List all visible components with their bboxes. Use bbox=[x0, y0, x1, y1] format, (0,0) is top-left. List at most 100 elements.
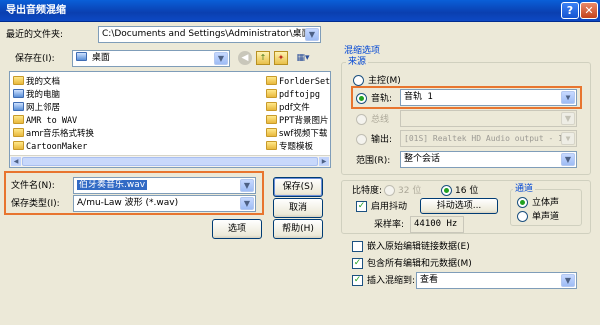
file-name: swf视频下载 bbox=[279, 129, 328, 139]
range-select[interactable]: 整个会话 ▼ bbox=[400, 151, 577, 168]
file-name: 网上邻居 bbox=[26, 103, 61, 113]
options-button[interactable]: 选项 bbox=[212, 219, 262, 239]
bus-select[interactable]: ▼ bbox=[400, 110, 577, 127]
filetype-value: A/mu-Law 波形 (*.wav) bbox=[77, 198, 179, 208]
filename-label: 文件名(N): bbox=[11, 181, 55, 191]
filetype-select[interactable]: A/mu-Law 波形 (*.wav) ▼ bbox=[73, 195, 256, 212]
save-in-combo[interactable]: 桌面 ▼ bbox=[72, 50, 230, 67]
file-name: CartoonMaker bbox=[26, 142, 88, 152]
new-folder-icon[interactable]: ✦ bbox=[274, 51, 288, 65]
track-value: 音轨 1 bbox=[404, 92, 433, 102]
help-icon[interactable]: ? bbox=[561, 2, 579, 19]
file-name: 专题模板 bbox=[279, 142, 314, 152]
bit32-label: 32 位 bbox=[398, 186, 422, 196]
file-name: pdf文件 bbox=[279, 103, 310, 113]
folder-icon bbox=[266, 115, 277, 124]
folder-icon bbox=[13, 76, 24, 85]
save-in-value: 桌面 bbox=[91, 53, 110, 63]
chevron-down-icon[interactable]: ▼ bbox=[240, 179, 254, 192]
track-select[interactable]: 音轨 1 ▼ bbox=[400, 89, 577, 106]
file-name: PPT背景图片 bbox=[279, 116, 329, 126]
list-item[interactable]: 网上邻居 bbox=[13, 102, 60, 114]
network-icon bbox=[13, 102, 24, 111]
mono-radio[interactable] bbox=[517, 211, 528, 222]
folder-icon bbox=[266, 76, 277, 85]
list-item[interactable]: pdftojpg bbox=[266, 89, 320, 101]
bit16-label: 16 位 bbox=[455, 186, 479, 196]
master-radio[interactable] bbox=[353, 75, 364, 86]
channel-title: 通道 bbox=[513, 183, 536, 195]
chevron-down-icon[interactable]: ▼ bbox=[240, 197, 254, 210]
view-menu-icon[interactable]: ▦▾ bbox=[292, 51, 314, 65]
file-name: amr音乐格式转换 bbox=[26, 129, 94, 139]
include-meta-checkbox[interactable]: ✓ bbox=[352, 258, 363, 269]
scrollbar-thumb[interactable] bbox=[22, 157, 318, 166]
chevron-down-icon[interactable]: ▼ bbox=[561, 274, 575, 287]
include-meta-label: 包含所有编辑和元数据(M) bbox=[367, 259, 472, 269]
source-title: 来源 bbox=[346, 56, 369, 68]
back-icon[interactable]: ◀ bbox=[238, 51, 252, 65]
file-name: ForlderSet bbox=[279, 77, 331, 87]
output-select[interactable]: [01S] Realtek HD Audio output - 1 ▼ bbox=[400, 130, 577, 147]
recent-folder-label: 最近的文件夹: bbox=[6, 30, 64, 40]
list-item[interactable]: CartoonMaker bbox=[13, 141, 87, 153]
list-item[interactable]: ForlderSet bbox=[266, 76, 330, 88]
bus-label: 总线 bbox=[371, 115, 390, 125]
insert-mix-checkbox[interactable]: ✓ bbox=[352, 275, 363, 286]
recent-folder-combo[interactable]: C:\Documents and Settings\Administrator\… bbox=[98, 26, 321, 43]
chevron-down-icon[interactable]: ▼ bbox=[561, 132, 575, 145]
list-item[interactable]: swf视频下载 bbox=[266, 128, 327, 140]
close-icon[interactable]: ✕ bbox=[580, 2, 598, 19]
embed-label: 嵌入原始编辑链接数据(E) bbox=[367, 242, 470, 252]
embed-checkbox[interactable] bbox=[352, 241, 363, 252]
chevron-down-icon[interactable]: ▼ bbox=[305, 28, 319, 41]
chevron-down-icon[interactable]: ▼ bbox=[561, 112, 575, 125]
folder-icon bbox=[13, 141, 24, 150]
insert-target-select[interactable]: 查看 ▼ bbox=[416, 272, 577, 289]
window-title: 导出音频混缩 bbox=[6, 5, 66, 16]
mono-label: 单声道 bbox=[532, 212, 560, 222]
recent-folder-value: C:\Documents and Settings\Administrator\… bbox=[102, 29, 311, 39]
track-radio[interactable] bbox=[356, 93, 367, 104]
file-list[interactable]: 我的文档 我的电脑 网上邻居 AMR to WAV amr音乐格式转换 Cart… bbox=[9, 71, 331, 168]
file-name: pdftojpg bbox=[279, 90, 320, 100]
stereo-radio[interactable] bbox=[517, 197, 528, 208]
chevron-down-icon[interactable]: ▼ bbox=[561, 153, 575, 166]
insert-mix-label: 插入混缩到: bbox=[367, 276, 416, 286]
save-button[interactable]: 保存(S) bbox=[273, 177, 323, 197]
chevron-down-icon[interactable]: ▼ bbox=[561, 91, 575, 104]
save-in-label: 保存在(I): bbox=[15, 54, 55, 64]
horizontal-scrollbar[interactable]: ◀ ▶ bbox=[10, 155, 330, 167]
master-label: 主控(M) bbox=[368, 76, 401, 86]
list-item[interactable]: amr音乐格式转换 bbox=[13, 128, 94, 140]
scroll-left-icon[interactable]: ◀ bbox=[11, 157, 21, 166]
list-item[interactable]: pdf文件 bbox=[266, 102, 310, 114]
list-item[interactable]: PPT背景图片 bbox=[266, 115, 328, 127]
scroll-right-icon[interactable]: ▶ bbox=[319, 157, 329, 166]
up-folder-icon[interactable]: ↑ bbox=[256, 51, 270, 65]
dither-options-button[interactable]: 抖动选项... bbox=[420, 198, 498, 214]
folder-icon bbox=[266, 102, 277, 111]
output-radio[interactable] bbox=[356, 134, 367, 145]
list-item[interactable]: AMR to WAV bbox=[13, 115, 77, 127]
chevron-down-icon[interactable]: ▼ bbox=[214, 52, 228, 65]
list-item[interactable]: 我的电脑 bbox=[13, 89, 60, 101]
title-bar: 导出音频混缩 bbox=[0, 0, 600, 22]
filename-input[interactable]: 伯牙奏音乐.wav ▼ bbox=[73, 177, 256, 194]
output-value: [01S] Realtek HD Audio output - 1 bbox=[404, 134, 563, 143]
computer-icon bbox=[13, 89, 24, 98]
cancel-button[interactable]: 取消 bbox=[273, 198, 323, 218]
folder-icon bbox=[266, 141, 277, 150]
bus-radio[interactable] bbox=[356, 114, 367, 125]
bit32-radio[interactable] bbox=[384, 185, 395, 196]
help-button[interactable]: 帮助(H) bbox=[273, 219, 323, 239]
bit16-radio[interactable] bbox=[441, 185, 452, 196]
folder-icon bbox=[13, 128, 24, 137]
list-item[interactable]: 我的文档 bbox=[13, 76, 60, 88]
list-item[interactable]: 专题模板 bbox=[266, 141, 313, 153]
samplerate-value: 44100 Hz bbox=[410, 216, 464, 233]
dither-label: 启用抖动 bbox=[371, 202, 408, 212]
dither-checkbox[interactable]: ✓ bbox=[356, 201, 367, 212]
folder-icon bbox=[13, 115, 24, 124]
range-value: 整个会话 bbox=[404, 154, 441, 164]
